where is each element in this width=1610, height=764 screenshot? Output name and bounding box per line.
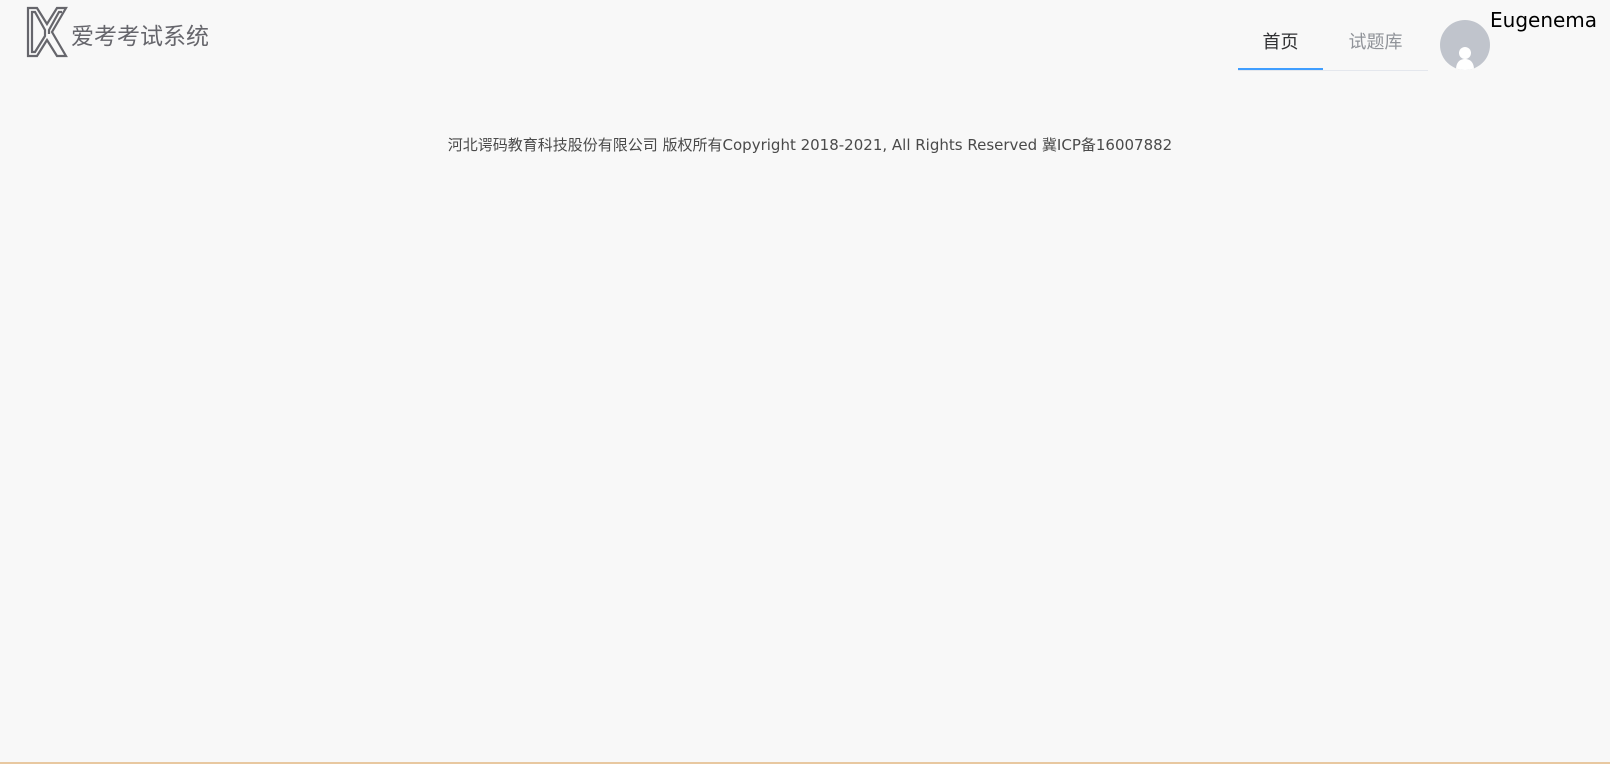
- user-avatar[interactable]: [1440, 20, 1490, 70]
- logo[interactable]: 爱考考试系统: [26, 6, 209, 58]
- app-page: 爱考考试系统 首页 试题库 Eugenema 河北谔码教育科技股份有限公司 版权…: [0, 0, 1610, 764]
- username[interactable]: Eugenema: [1490, 8, 1597, 32]
- footer-copyright: 河北谔码教育科技股份有限公司 版权所有Copyright 2018-2021, …: [447, 136, 1173, 154]
- user-avatar-icon: [1456, 47, 1474, 70]
- kx-logo-icon: [26, 6, 68, 58]
- main-nav: 首页 试题库: [1238, 20, 1428, 71]
- nav-item-question-bank[interactable]: 试题库: [1323, 20, 1428, 70]
- nav-item-home[interactable]: 首页: [1238, 20, 1323, 70]
- top-header: 爱考考试系统 首页 试题库 Eugenema: [0, 0, 1610, 72]
- logo-text: 爱考考试系统: [71, 24, 209, 50]
